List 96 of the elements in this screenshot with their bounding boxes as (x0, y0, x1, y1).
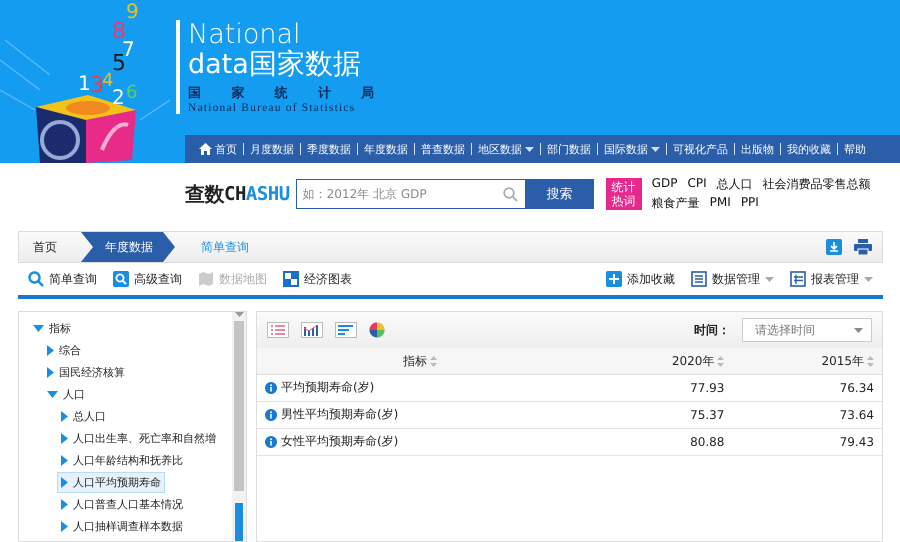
caret-icon (234, 312, 244, 317)
search-button[interactable]: 搜索 (526, 179, 594, 209)
nav-link[interactable]: 月度数据 (244, 142, 300, 156)
nav-link[interactable]: 出版物 (735, 142, 780, 156)
nav-link[interactable]: 首页 (193, 142, 243, 156)
toolbar-link[interactable]: 添加收藏 (606, 270, 675, 288)
tree-item[interactable]: 人口普查人口基本情况 (57, 494, 187, 515)
info-icon[interactable] (265, 408, 277, 421)
nav-link[interactable]: 我的收藏 (781, 142, 837, 156)
table-cell: 男性平均预期寿命(岁) (257, 402, 583, 428)
caret-icon (854, 328, 863, 332)
breadcrumb-item[interactable]: 年度数据 (81, 232, 175, 262)
scrollbar-thumb[interactable] (234, 321, 244, 491)
collapsed-arrow-icon[interactable] (61, 521, 68, 532)
hot-word-link[interactable]: PPI (740, 195, 759, 212)
tree-item[interactable]: 人口出生率、死亡率和自然增 (57, 428, 220, 449)
time-label: 时间： (694, 322, 730, 338)
list-icon (691, 271, 707, 287)
table-cell: 女性平均预期寿命(岁) (257, 428, 583, 456)
column-header[interactable]: 2020年 (582, 348, 732, 374)
caret-icon (651, 146, 660, 152)
site-title: National data国家数据 国 家 统 计 局 National Bureau of Statistics (176, 20, 374, 114)
pie-chart-icon[interactable] (369, 322, 385, 338)
time-select[interactable]: 请选择时间 (742, 318, 872, 342)
collapsed-arrow-icon[interactable] (61, 455, 68, 466)
sort-icon[interactable] (717, 356, 724, 367)
plus-icon (606, 271, 622, 287)
horizontal-bar-icon[interactable] (335, 322, 357, 338)
toolbar-link[interactable]: 报表管理 (790, 270, 873, 288)
collapsed-arrow-icon[interactable] (61, 411, 68, 422)
nav-link[interactable]: 季度数据 (301, 142, 357, 156)
table-cell: 73.64 (732, 402, 882, 428)
nav-link[interactable]: 年度数据 (358, 142, 414, 156)
bar-chart-icon[interactable] (301, 322, 323, 338)
collapsed-arrow-icon[interactable] (47, 345, 54, 356)
breadcrumb-item[interactable]: 首页 (19, 232, 79, 262)
collapsed-arrow-icon[interactable] (61, 499, 68, 510)
hot-word-link[interactable]: 社会消费品零售总额 (762, 176, 871, 193)
expanded-arrow-icon[interactable] (33, 325, 44, 332)
collapsed-arrow-icon[interactable] (61, 477, 68, 488)
toolbar-link[interactable]: 简单查询 (28, 270, 97, 288)
table-cell: 平均预期寿命(岁) (257, 374, 583, 402)
tree-item[interactable]: 指标 (29, 318, 75, 339)
tree-item[interactable]: 人口年龄结构和抚养比 (57, 450, 187, 471)
chart-icon (283, 271, 299, 287)
nav-link[interactable]: 帮助 (838, 142, 872, 156)
list-view-icon[interactable] (267, 322, 289, 338)
hot-word-link[interactable]: PMI (710, 195, 731, 212)
chashu-logo: 查数CHASHU (185, 182, 290, 208)
search-field[interactable]: 如：2012年 北京 GDP (296, 179, 526, 209)
tree-item[interactable]: 人口抽样调查样本数据 (57, 516, 187, 537)
expanded-arrow-icon[interactable] (47, 391, 58, 398)
sort-icon[interactable] (430, 356, 437, 367)
print-icon[interactable] (854, 239, 872, 255)
table-cell: 77.93 (582, 374, 732, 402)
sort-icon[interactable] (867, 356, 874, 367)
scroll-indicator (235, 503, 243, 541)
caret-icon (864, 276, 873, 282)
search-icon (113, 271, 129, 287)
tree-item[interactable]: 人口 (43, 384, 89, 405)
search-icon (502, 187, 518, 202)
caret-icon (765, 276, 774, 282)
info-icon[interactable] (265, 382, 277, 394)
tree-item[interactable]: 国民经济核算 (43, 362, 129, 383)
map-icon (198, 271, 214, 287)
toolbar-link[interactable]: 数据管理 (691, 270, 774, 288)
home-icon (199, 143, 212, 155)
toolbar-link[interactable]: 高级查询 (113, 270, 182, 288)
download-icon[interactable] (826, 239, 842, 255)
table-icon (790, 271, 806, 287)
hot-word-link[interactable]: 粮食产量 (652, 195, 700, 212)
nav-link[interactable]: 部门数据 (541, 142, 597, 156)
column-header[interactable]: 2015年 (732, 348, 882, 374)
table-cell: 79.43 (732, 428, 882, 456)
nav-link[interactable]: 可视化产品 (667, 142, 734, 156)
caret-icon (525, 146, 534, 152)
toolbar-link[interactable]: 经济图表 (283, 270, 352, 288)
hot-word-link[interactable]: GDP (652, 176, 678, 193)
table-cell: 76.34 (732, 374, 882, 402)
table-cell: 75.37 (582, 402, 732, 428)
hot-words-badge: 统计 热词 (606, 178, 642, 210)
column-header[interactable]: 指标 (257, 348, 583, 374)
collapsed-arrow-icon[interactable] (47, 367, 54, 378)
info-icon[interactable] (265, 436, 277, 448)
hot-word-link[interactable]: 总人口 (716, 176, 753, 193)
table-cell: 80.88 (582, 428, 732, 456)
hot-word-link[interactable]: CPI (687, 176, 707, 193)
nav-link[interactable]: 普查数据 (415, 142, 471, 156)
tree-item[interactable]: 总人口 (57, 406, 110, 427)
nav-link[interactable]: 地区数据 (472, 142, 540, 156)
search-icon (28, 271, 44, 287)
tree-item[interactable]: 人口平均预期寿命 (57, 472, 165, 493)
collapsed-arrow-icon[interactable] (61, 433, 68, 444)
scrollbar[interactable] (232, 312, 246, 541)
nav-link[interactable]: 国际数据 (598, 142, 666, 156)
tree-item[interactable]: 综合 (43, 340, 85, 361)
